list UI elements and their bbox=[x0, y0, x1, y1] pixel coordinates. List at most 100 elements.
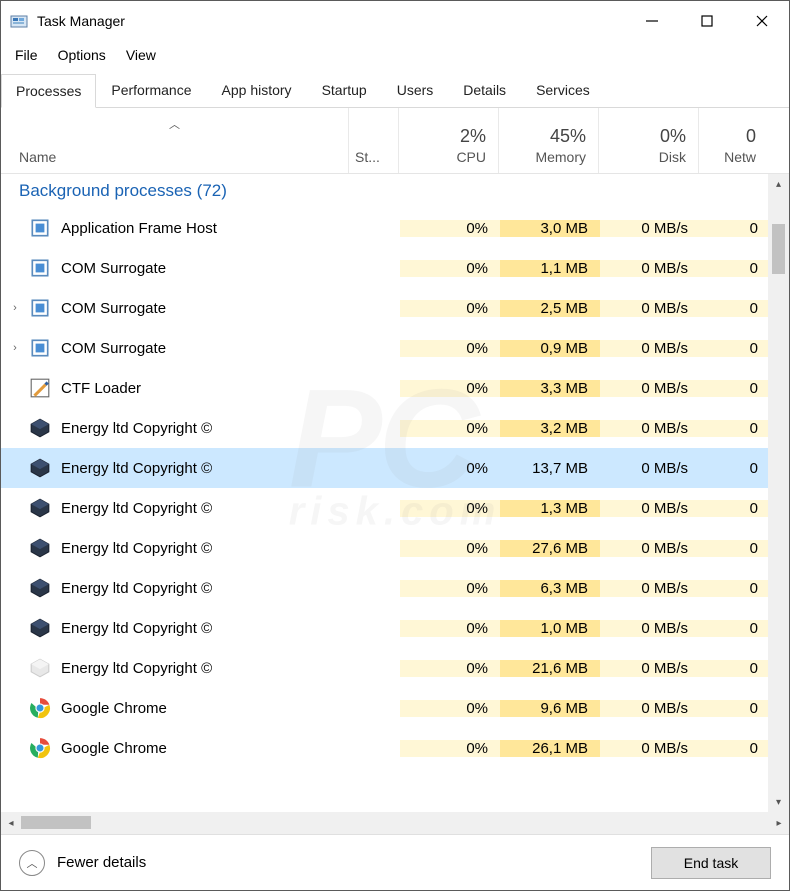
hscroll-thumb[interactable] bbox=[21, 816, 91, 829]
process-row[interactable]: CTF Loader0%3,3 MB0 MB/s0 bbox=[1, 368, 789, 408]
app-icon bbox=[9, 11, 29, 31]
process-memory: 3,2 MB bbox=[500, 420, 600, 437]
process-name: Application Frame Host bbox=[61, 220, 350, 237]
process-name: COM Surrogate bbox=[61, 300, 350, 317]
menu-file[interactable]: File bbox=[5, 43, 48, 67]
process-cpu: 0% bbox=[400, 460, 500, 477]
header-status[interactable]: St... bbox=[348, 108, 398, 173]
process-network: 0 bbox=[700, 220, 770, 237]
sort-indicator-icon: ︿ bbox=[169, 116, 180, 132]
process-row[interactable]: ›COM Surrogate0%0,9 MB0 MB/s0 bbox=[1, 328, 789, 368]
process-icon bbox=[29, 537, 51, 559]
process-row[interactable]: Energy ltd Copyright ©0%21,6 MB0 MB/s0 bbox=[1, 648, 789, 688]
tab-performance[interactable]: Performance bbox=[96, 73, 206, 107]
scroll-down-icon[interactable]: ▾ bbox=[768, 792, 789, 812]
process-row[interactable]: Application Frame Host0%3,0 MB0 MB/s0 bbox=[1, 208, 789, 248]
header-memory-value: 45% bbox=[550, 126, 586, 147]
process-icon bbox=[29, 497, 51, 519]
process-row[interactable]: Energy ltd Copyright ©0%13,7 MB0 MB/s0 bbox=[1, 448, 789, 488]
process-icon bbox=[29, 577, 51, 599]
fewer-details-label: Fewer details bbox=[57, 854, 146, 871]
process-network: 0 bbox=[700, 340, 770, 357]
process-disk: 0 MB/s bbox=[600, 380, 700, 397]
process-name: Energy ltd Copyright © bbox=[61, 620, 350, 637]
process-network: 0 bbox=[700, 540, 770, 557]
process-row[interactable]: COM Surrogate0%1,1 MB0 MB/s0 bbox=[1, 248, 789, 288]
process-icon bbox=[29, 617, 51, 639]
process-memory: 9,6 MB bbox=[500, 700, 600, 717]
process-name: Energy ltd Copyright © bbox=[61, 540, 350, 557]
horizontal-scrollbar[interactable]: ◂ ▸ bbox=[1, 812, 789, 834]
process-memory: 13,7 MB bbox=[500, 460, 600, 477]
scroll-left-icon[interactable]: ◂ bbox=[1, 812, 21, 834]
process-network: 0 bbox=[700, 460, 770, 477]
process-memory: 6,3 MB bbox=[500, 580, 600, 597]
process-row[interactable]: Energy ltd Copyright ©0%3,2 MB0 MB/s0 bbox=[1, 408, 789, 448]
process-disk: 0 MB/s bbox=[600, 220, 700, 237]
process-cpu: 0% bbox=[400, 340, 500, 357]
header-memory[interactable]: 45% Memory bbox=[498, 108, 598, 173]
header-disk-label: Disk bbox=[659, 149, 686, 165]
scroll-up-icon[interactable]: ▴ bbox=[768, 174, 789, 194]
tab-users[interactable]: Users bbox=[382, 73, 449, 107]
vertical-scrollbar[interactable]: ▴ ▾ bbox=[768, 174, 789, 812]
process-cpu: 0% bbox=[400, 580, 500, 597]
process-name: Energy ltd Copyright © bbox=[61, 420, 350, 437]
process-memory: 1,3 MB bbox=[500, 500, 600, 517]
maximize-button[interactable] bbox=[679, 1, 734, 41]
process-memory: 27,6 MB bbox=[500, 540, 600, 557]
process-name: Google Chrome bbox=[61, 740, 350, 757]
process-icon bbox=[29, 297, 51, 319]
close-button[interactable] bbox=[734, 1, 789, 41]
process-network: 0 bbox=[700, 380, 770, 397]
process-disk: 0 MB/s bbox=[600, 620, 700, 637]
process-row[interactable]: Energy ltd Copyright ©0%1,0 MB0 MB/s0 bbox=[1, 608, 789, 648]
menu-options[interactable]: Options bbox=[48, 43, 116, 67]
header-network[interactable]: 0 Netw bbox=[698, 108, 768, 173]
process-name: Energy ltd Copyright © bbox=[61, 500, 350, 517]
process-row[interactable]: Energy ltd Copyright ©0%27,6 MB0 MB/s0 bbox=[1, 528, 789, 568]
process-disk: 0 MB/s bbox=[600, 700, 700, 717]
header-name[interactable]: ︿ Name bbox=[1, 108, 348, 173]
end-task-button[interactable]: End task bbox=[651, 847, 771, 879]
process-row[interactable]: Google Chrome0%9,6 MB0 MB/s0 bbox=[1, 688, 789, 728]
scroll-right-icon[interactable]: ▸ bbox=[769, 812, 789, 834]
process-cpu: 0% bbox=[400, 700, 500, 717]
expand-icon[interactable]: › bbox=[1, 302, 29, 314]
window-title: Task Manager bbox=[37, 13, 125, 29]
process-memory: 0,9 MB bbox=[500, 340, 600, 357]
scroll-thumb[interactable] bbox=[772, 224, 785, 274]
process-row[interactable]: ›COM Surrogate0%2,5 MB0 MB/s0 bbox=[1, 288, 789, 328]
process-row[interactable]: Google Chrome0%26,1 MB0 MB/s0 bbox=[1, 728, 789, 768]
process-row[interactable]: Energy ltd Copyright ©0%6,3 MB0 MB/s0 bbox=[1, 568, 789, 608]
header-disk[interactable]: 0% Disk bbox=[598, 108, 698, 173]
group-header-background-processes[interactable]: Background processes (72) bbox=[1, 174, 789, 208]
menu-view[interactable]: View bbox=[116, 43, 166, 67]
process-cpu: 0% bbox=[400, 620, 500, 637]
tab-app-history[interactable]: App history bbox=[207, 73, 307, 107]
process-network: 0 bbox=[700, 500, 770, 517]
column-headers: ︿ Name St... 2% CPU 45% Memory 0% Disk 0… bbox=[1, 108, 789, 174]
process-name: CTF Loader bbox=[61, 380, 350, 397]
tab-services[interactable]: Services bbox=[521, 73, 605, 107]
process-network: 0 bbox=[700, 700, 770, 717]
header-cpu[interactable]: 2% CPU bbox=[398, 108, 498, 173]
header-cpu-value: 2% bbox=[460, 126, 486, 147]
tab-processes[interactable]: Processes bbox=[1, 74, 96, 108]
tab-details[interactable]: Details bbox=[448, 73, 521, 107]
titlebar: Task Manager bbox=[1, 1, 789, 41]
tabbar: Processes Performance App history Startu… bbox=[1, 69, 789, 108]
process-row[interactable]: Energy ltd Copyright ©0%1,3 MB0 MB/s0 bbox=[1, 488, 789, 528]
process-cpu: 0% bbox=[400, 660, 500, 677]
process-name: Energy ltd Copyright © bbox=[61, 660, 350, 677]
process-disk: 0 MB/s bbox=[600, 260, 700, 277]
process-disk: 0 MB/s bbox=[600, 660, 700, 677]
chevron-up-icon: ︿ bbox=[19, 850, 45, 876]
process-memory: 1,1 MB bbox=[500, 260, 600, 277]
minimize-button[interactable] bbox=[624, 1, 679, 41]
tab-startup[interactable]: Startup bbox=[307, 73, 382, 107]
process-disk: 0 MB/s bbox=[600, 580, 700, 597]
expand-icon[interactable]: › bbox=[1, 342, 29, 354]
process-icon bbox=[29, 217, 51, 239]
fewer-details-button[interactable]: ︿ Fewer details bbox=[19, 850, 146, 876]
